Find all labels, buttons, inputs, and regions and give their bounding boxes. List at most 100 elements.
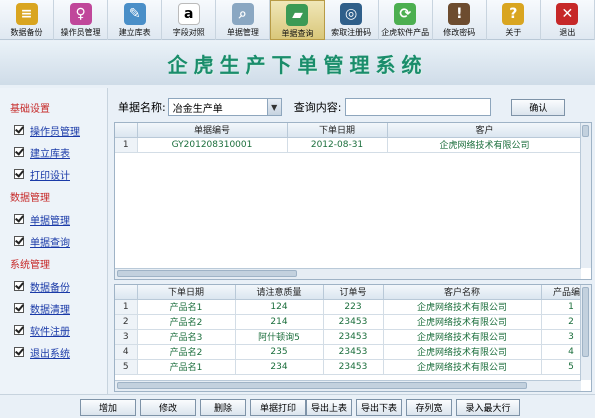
table-cell[interactable]: 产品名1 [137, 299, 236, 315]
table-cell[interactable]: GY201208310001 [137, 137, 288, 153]
table-cell[interactable]: 企虎网络技术有限公司 [383, 299, 542, 315]
table-cell[interactable]: 23453 [323, 344, 384, 360]
toolbar-button-5[interactable]: ▰ 单据查询 [270, 0, 325, 40]
toolbar-button-6[interactable]: ◎ 索取注册码 [325, 0, 379, 40]
action-button-2[interactable]: 删除 [200, 399, 246, 416]
bottom-grid-hscroll[interactable] [115, 380, 581, 391]
action-button-1[interactable]: 修改 [140, 399, 196, 416]
sidebar-group-title: 数据管理 [10, 193, 50, 204]
sidebar-group-title: 基础设置 [10, 104, 50, 115]
sidebar-item[interactable]: 建立库表 [14, 141, 107, 163]
sidebar-item[interactable]: 打印设计 [14, 163, 107, 185]
sidebar-item-label[interactable]: 单据查询 [30, 234, 70, 249]
sidebar-item-label[interactable]: 打印设计 [30, 167, 70, 182]
action-button-5[interactable]: 导出下表 [356, 399, 402, 416]
action-bar: 增加 修改 删除 单据打印 导出上表 导出下表 存列宽 录入最大行 [0, 394, 595, 418]
action-button-6[interactable]: 存列宽 [406, 399, 452, 416]
sidebar-item-label[interactable]: 软件注册 [30, 323, 70, 338]
document-grid: 单据编号 下单日期 客户 1 GY201208310001 2012-08-31 企虎网络技… [114, 122, 592, 280]
table-cell[interactable]: 23453 [323, 314, 384, 330]
bottom-grid-vscroll[interactable] [580, 285, 591, 380]
checkbox-icon [14, 125, 24, 135]
operator-icon: ♀ [69, 3, 92, 25]
row-number: 1 [115, 299, 138, 315]
table-cell[interactable]: 234 [235, 359, 324, 375]
table-row[interactable]: 1 GY201208310001 2012-08-31 企虎网络技术有限公司 [115, 137, 583, 153]
table-row[interactable]: 3 产品名3 阿什顿询5 23453 企虎网络技术有限公司 3 [115, 329, 591, 345]
table-cell[interactable]: 企虎网络技术有限公司 [387, 137, 583, 153]
action-button-3[interactable]: 单据打印 [250, 399, 306, 416]
toolbar-label: 修改密码 [443, 28, 476, 37]
refresh-icon: ⟳ [394, 3, 417, 25]
doc-name-value: 冶金生产单 [172, 103, 223, 115]
column-header[interactable]: 请注意质量 [235, 285, 324, 300]
toolbar-button-7[interactable]: ⟳ 企虎软件产品 [379, 0, 433, 40]
sidebar-item[interactable]: 数据清理 [14, 297, 107, 319]
doc-name-select[interactable]: 冶金生产单 ▼ [167, 98, 282, 116]
sidebar-item-label[interactable]: 操作员管理 [30, 123, 80, 138]
chevron-down-icon[interactable]: ▼ [266, 99, 281, 115]
column-header[interactable]: 订单号 [323, 285, 384, 300]
sidebar-item[interactable]: 单据查询 [14, 230, 107, 252]
table-cell[interactable]: 235 [235, 344, 324, 360]
sidebar-item-label[interactable]: 建立库表 [30, 145, 70, 160]
table-row[interactable]: 1 产品名1 124 223 企虎网络技术有限公司 1 [115, 299, 591, 315]
doc-name-label: 单据名称: [118, 101, 166, 114]
sidebar-group-title: 系统管理 [10, 260, 50, 271]
toolbar-button-2[interactable]: ✎ 建立库表 [108, 0, 163, 40]
toolbar-button-3[interactable]: a 字段对照 [162, 0, 217, 40]
table-cell[interactable]: 124 [235, 299, 324, 315]
toolbar-button-0[interactable]: ≡ 数据备份 [0, 0, 55, 40]
sidebar-item-label[interactable]: 数据备份 [30, 279, 70, 294]
toolbar-label: 单据管理 [226, 28, 259, 37]
sidebar-item[interactable]: 退出系统 [14, 341, 107, 363]
column-header[interactable]: 下单日期 [287, 123, 388, 138]
table-cell[interactable]: 阿什顿询5 [235, 329, 324, 345]
search-bar: 单据名称: 冶金生产单 ▼ 查询内容: 确认 [118, 98, 566, 116]
toolbar-label: 企虎软件产品 [381, 28, 430, 37]
table-cell[interactable]: 产品名1 [137, 359, 236, 375]
table-cell[interactable]: 产品名2 [137, 344, 236, 360]
sidebar-item[interactable]: 操作员管理 [14, 119, 107, 141]
toolbar-label: 字段对照 [172, 28, 205, 37]
toolbar-button-8[interactable]: ! 修改密码 [433, 0, 487, 40]
confirm-button[interactable]: 确认 [511, 98, 566, 116]
table-cell[interactable]: 214 [235, 314, 324, 330]
action-button-4[interactable]: 导出上表 [306, 399, 352, 416]
sidebar-item-label[interactable]: 退出系统 [30, 345, 70, 360]
action-button-0[interactable]: 增加 [80, 399, 136, 416]
table-cell[interactable]: 223 [323, 299, 384, 315]
top-grid-vscroll[interactable] [580, 123, 591, 268]
table-row[interactable]: 2 产品名2 214 23453 企虎网络技术有限公司 2 [115, 314, 591, 330]
top-grid-hscroll[interactable] [115, 268, 581, 279]
table-cell[interactable]: 企虎网络技术有限公司 [383, 344, 542, 360]
sidebar-item-label[interactable]: 单据管理 [30, 212, 70, 227]
table-cell[interactable]: 企虎网络技术有限公司 [383, 359, 542, 375]
toolbar-button-10[interactable]: ✕ 退出 [541, 0, 595, 40]
table-cell[interactable]: 23453 [323, 359, 384, 375]
column-header[interactable]: 客户名称 [383, 285, 542, 300]
magnifier-icon: ⌕ [231, 3, 254, 25]
column-header[interactable]: 下单日期 [137, 285, 236, 300]
sidebar-item[interactable]: 软件注册 [14, 319, 107, 341]
column-header[interactable]: 单据编号 [137, 123, 288, 138]
sidebar-item[interactable]: 单据管理 [14, 208, 107, 230]
checkbox-icon [14, 303, 24, 313]
table-cell[interactable]: 企虎网络技术有限公司 [383, 329, 542, 345]
table-row[interactable]: 5 产品名1 234 23453 企虎网络技术有限公司 5 [115, 359, 591, 375]
sidebar-item[interactable]: 数据备份 [14, 275, 107, 297]
toolbar-button-9[interactable]: ? 关于 [487, 0, 541, 40]
table-cell[interactable]: 2012-08-31 [287, 137, 388, 153]
table-row[interactable]: 4 产品名2 235 23453 企虎网络技术有限公司 4 [115, 344, 591, 360]
action-button-7[interactable]: 录入最大行 [456, 399, 520, 416]
toolbar-button-1[interactable]: ♀ 操作员管理 [54, 0, 109, 40]
query-doc-icon: ▰ [286, 4, 309, 26]
toolbar-button-4[interactable]: ⌕ 单据管理 [216, 0, 271, 40]
table-cell[interactable]: 产品名2 [137, 314, 236, 330]
column-header[interactable]: 客户 [387, 123, 583, 138]
table-cell[interactable]: 产品名3 [137, 329, 236, 345]
query-input[interactable] [345, 98, 492, 116]
table-cell[interactable]: 23453 [323, 329, 384, 345]
sidebar-item-label[interactable]: 数据清理 [30, 301, 70, 316]
table-cell[interactable]: 企虎网络技术有限公司 [383, 314, 542, 330]
